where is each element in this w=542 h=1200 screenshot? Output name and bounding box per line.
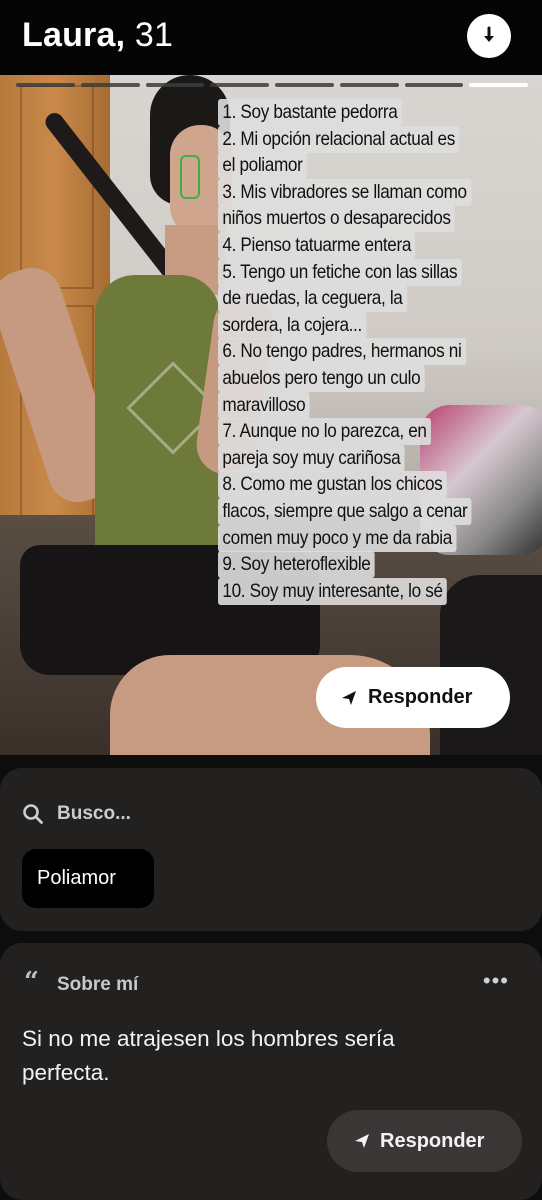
- photo-text-line: niños muertos o desaparecidos: [218, 205, 456, 233]
- story-progress-segment: [16, 83, 75, 87]
- story-progress-segment: [275, 83, 334, 87]
- photo-text-line: el poliamor: [218, 152, 307, 180]
- photo-text-line: flacos, siempre que salgo a cenar: [218, 497, 472, 525]
- photo-text-line: 10. Soy muy interesante, lo sé: [218, 577, 448, 605]
- quote-icon: “: [24, 967, 39, 997]
- photo-text-row: 4. Pienso tatuarme entera: [218, 231, 528, 259]
- photo-text-row: flacos, siempre que salgo a cenar: [218, 497, 528, 525]
- photo-text-line: 1. Soy bastante pedorra: [218, 99, 402, 126]
- photo-text-line: pareja soy muy cariñosa: [218, 444, 405, 472]
- more-options-icon[interactable]: •••: [483, 968, 509, 994]
- photo-text-row: 6. No tengo padres, hermanos ni: [218, 338, 528, 366]
- photo-text-list: 1. Soy bastante pedorra 2. Mi opción rela…: [218, 99, 528, 605]
- looking-for-title: Busco...: [57, 803, 131, 824]
- scroll-down-button[interactable]: [467, 14, 511, 58]
- photo-face-tattoo: [180, 155, 200, 199]
- arrow-down-icon: [484, 26, 494, 42]
- photo-text-row: niños muertos o desaparecidos: [218, 205, 528, 233]
- send-icon: [342, 691, 356, 705]
- photo-text-row: pareja soy muy cariñosa: [218, 444, 528, 472]
- photo-text-row: 5. Tengo un fetiche con las sillas: [218, 258, 528, 286]
- looking-for-chip: Poliamor: [22, 849, 154, 908]
- photo-text-line: 8. Como me gustan los chicos: [218, 471, 447, 499]
- photo-text-line: 5. Tengo un fetiche con las sillas: [218, 258, 462, 286]
- photo-text-line: 4. Pienso tatuarme entera: [218, 231, 416, 259]
- photo-text-line: abuelos pero tengo un culo: [218, 364, 425, 392]
- photo-text-row: 8. Como me gustan los chicos: [218, 471, 528, 499]
- photo-text-line: maravilloso: [218, 391, 310, 419]
- about-title: Sobre mí: [57, 974, 139, 995]
- looking-for-chip-label: Poliamor: [37, 867, 116, 889]
- photo-text-row: sordera, la cojera...: [218, 311, 528, 339]
- photo-text-row: 3. Mis vibradores se llaman como: [218, 178, 528, 206]
- photo-text-line: sordera, la cojera...: [218, 311, 367, 339]
- profile-name: Laura,: [22, 16, 126, 54]
- story-progress-segment: [339, 83, 399, 87]
- photo-text-row: de ruedas, la ceguera, la: [218, 285, 528, 313]
- profile-age: 31: [134, 16, 174, 54]
- photo-text-row: abuelos pero tengo un culo: [218, 364, 528, 392]
- photo-text-line: 7. Aunque no lo parezca, en: [218, 418, 432, 446]
- photo-text-row: 9. Soy heteroflexible: [218, 551, 528, 579]
- photo-text-row: maravilloso: [218, 391, 528, 419]
- profile-name-age: Laura, 31: [22, 16, 173, 55]
- send-icon: [355, 1134, 369, 1148]
- story-progress-segment: [469, 83, 528, 87]
- about-bio: Si no me atrajesen los hombres sería per…: [22, 1026, 395, 1085]
- looking-for-card: Busco... Poliamor: [0, 768, 542, 931]
- search-icon: [23, 804, 43, 824]
- photo-text-line: comen muy poco y me da rabia: [218, 524, 457, 552]
- story-progress: [16, 83, 528, 87]
- photo-text-row: 1. Soy bastante pedorra: [218, 99, 528, 126]
- photo-text-line: de ruedas, la ceguera, la: [218, 285, 407, 313]
- photo-text-row: comen muy poco y me da rabia: [218, 524, 528, 552]
- about-respond-label: Responder: [380, 1130, 485, 1152]
- photo-text-line: 9. Soy heteroflexible: [218, 551, 375, 579]
- story-progress-segment: [80, 83, 140, 87]
- photo-text-line: 2. Mi opción relacional actual es: [218, 125, 460, 153]
- story-progress-segment: [210, 83, 269, 87]
- about-respond-button[interactable]: Responder: [327, 1110, 522, 1172]
- photo-text-row: 7. Aunque no lo parezca, en: [218, 418, 528, 446]
- photo-text-line: 3. Mis vibradores se llaman como: [218, 178, 472, 206]
- photo-text-line: 6. No tengo padres, hermanos ni: [218, 338, 466, 366]
- photo-text-row: el poliamor: [218, 152, 528, 180]
- photo-text-row: 2. Mi opción relacional actual es: [218, 125, 528, 153]
- photo-respond-label: Responder: [368, 686, 473, 708]
- photo-text-row: 10. Soy muy interesante, lo sé: [218, 577, 528, 605]
- story-progress-segment: [145, 83, 205, 87]
- photo-respond-button[interactable]: Responder: [316, 667, 510, 728]
- profile-header: Laura, 31: [0, 0, 542, 75]
- story-progress-segment: [404, 83, 464, 87]
